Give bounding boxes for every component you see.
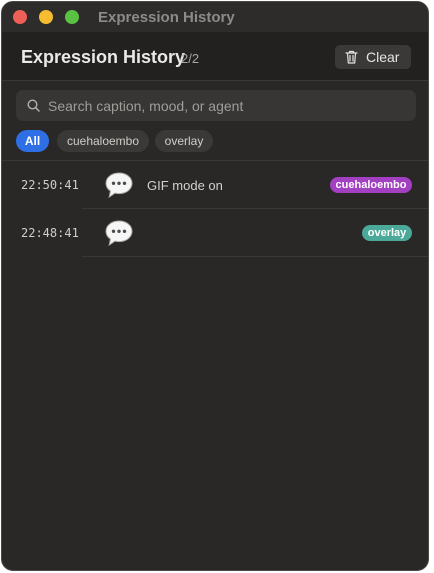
agent-badge: overlay bbox=[362, 225, 412, 241]
clear-label: Clear bbox=[366, 49, 400, 65]
row-divider bbox=[82, 208, 428, 209]
filter-chip-cuehaloembo[interactable]: cuehaloembo bbox=[57, 130, 149, 152]
speech-bubble-icon bbox=[105, 172, 133, 199]
clear-button[interactable]: Clear bbox=[335, 45, 411, 69]
list-item[interactable]: 22:50:41 GIF mode on cuehaloembo bbox=[2, 162, 428, 209]
entry-time: 22:50:41 bbox=[21, 178, 79, 192]
divider bbox=[2, 160, 428, 161]
entry-time: 22:48:41 bbox=[21, 226, 79, 240]
row-divider bbox=[82, 256, 428, 257]
trash-icon bbox=[345, 50, 358, 64]
agent-badge: cuehaloembo bbox=[330, 177, 412, 193]
filter-chip-overlay[interactable]: overlay bbox=[155, 130, 213, 152]
search-input[interactable] bbox=[48, 97, 388, 114]
entry-count: 2/2 bbox=[181, 51, 200, 66]
search-icon bbox=[27, 99, 40, 112]
maximize-window-button[interactable] bbox=[65, 10, 79, 24]
close-window-button[interactable] bbox=[13, 10, 27, 24]
list-item[interactable]: 22:48:41 overlay bbox=[2, 210, 428, 257]
page-title: Expression History bbox=[21, 47, 186, 67]
title-bar[interactable]: Expression History bbox=[2, 2, 428, 32]
header: Expression History 2/2 Clear bbox=[2, 32, 428, 81]
search-field[interactable] bbox=[16, 90, 416, 121]
window-title: Expression History bbox=[98, 9, 235, 26]
minimize-window-button[interactable] bbox=[39, 10, 53, 24]
history-window: Expression History Expression History 2/… bbox=[1, 1, 429, 571]
speech-bubble-icon bbox=[105, 220, 133, 247]
filter-chip-all[interactable]: All bbox=[16, 130, 49, 152]
entry-caption: GIF mode on bbox=[147, 178, 223, 193]
